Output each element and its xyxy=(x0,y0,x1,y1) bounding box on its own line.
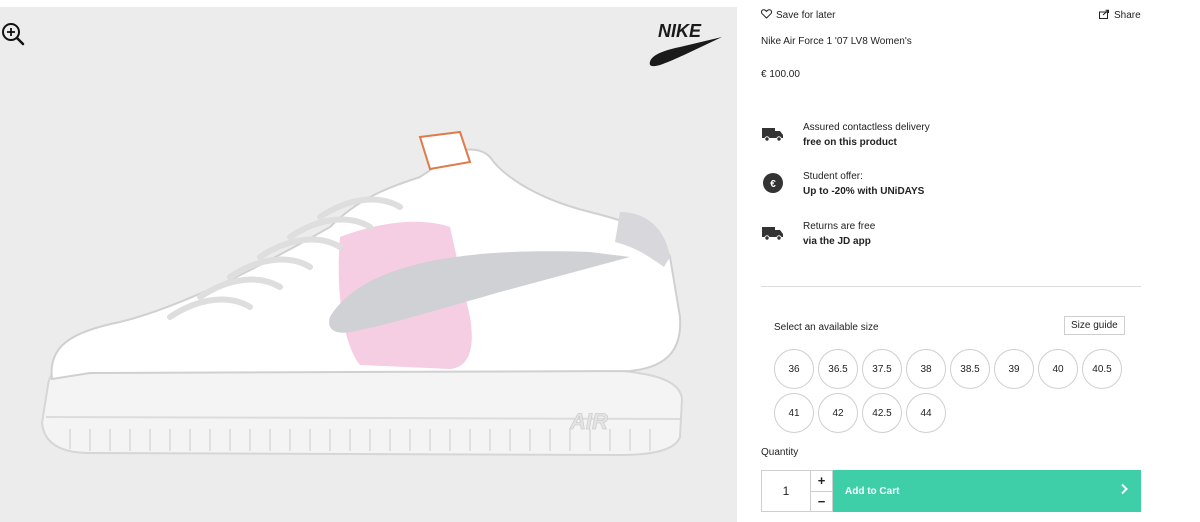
save-for-later-label: Save for later xyxy=(776,9,836,21)
size-options: 36 36.5 37.5 38 38.5 39 40 40.5 41 42 42… xyxy=(774,349,1134,433)
size-option[interactable]: 36 xyxy=(774,349,814,389)
share-button[interactable]: Share xyxy=(1099,6,1141,24)
feature-line2: via the JD app xyxy=(803,236,871,247)
size-option[interactable]: 39 xyxy=(994,349,1034,389)
size-guide-button[interactable]: Size guide xyxy=(1064,316,1125,335)
size-option[interactable]: 38 xyxy=(906,349,946,389)
share-icon xyxy=(1099,6,1110,24)
section-divider xyxy=(761,286,1141,287)
size-option[interactable]: 36.5 xyxy=(818,349,858,389)
save-for-later-button[interactable]: Save for later xyxy=(760,6,836,24)
delivery-truck-icon xyxy=(761,222,785,244)
quantity-decrease-button[interactable]: − xyxy=(811,490,832,512)
feature-line2: free on this product xyxy=(803,137,897,148)
product-image-gallery: NIKE AIR xyxy=(0,7,737,522)
nike-logo: NIKE xyxy=(646,17,726,69)
add-to-cart-label: Add to Cart xyxy=(845,485,900,497)
add-to-cart-button[interactable]: Add to Cart xyxy=(833,470,1141,512)
size-option[interactable]: 41 xyxy=(774,393,814,433)
size-select-label: Select an available size xyxy=(774,322,879,333)
euro-coin-icon: € xyxy=(761,172,785,194)
size-option[interactable]: 40 xyxy=(1038,349,1078,389)
sneaker-image: AIR xyxy=(30,117,700,487)
svg-text:€: € xyxy=(770,179,776,190)
feature-student-offer: € Student offer: Up to -20% with UNiDAYS xyxy=(761,170,924,198)
quantity-increase-button[interactable]: + xyxy=(811,471,832,491)
feature-returns: Returns are free via the JD app xyxy=(761,220,875,248)
feature-line1: Assured contactless delivery xyxy=(803,122,930,133)
quantity-label: Quantity xyxy=(761,447,799,458)
delivery-truck-icon xyxy=(761,123,785,145)
product-price: € 100.00 xyxy=(761,69,800,80)
feature-line2: Up to -20% with UNiDAYS xyxy=(803,186,925,197)
feature-line1: Returns are free xyxy=(803,221,876,232)
svg-text:AIR: AIR xyxy=(569,409,608,434)
svg-text:NIKE: NIKE xyxy=(658,21,702,41)
heart-icon xyxy=(760,6,773,24)
product-title: Nike Air Force 1 '07 LV8 Women's xyxy=(761,36,912,47)
size-option[interactable]: 44 xyxy=(906,393,946,433)
quantity-input[interactable]: 1 xyxy=(761,470,811,512)
size-option[interactable]: 38.5 xyxy=(950,349,990,389)
feature-line1: Student offer: xyxy=(803,171,863,182)
product-details-panel: Save for later Share Nike Air Force 1 '0… xyxy=(737,0,1200,522)
zoom-in-icon[interactable] xyxy=(0,21,26,47)
chevron-right-icon xyxy=(1119,482,1129,500)
size-option[interactable]: 37.5 xyxy=(862,349,902,389)
size-option[interactable]: 42.5 xyxy=(862,393,902,433)
feature-delivery: Assured contactless delivery free on thi… xyxy=(761,121,930,149)
share-label: Share xyxy=(1114,9,1141,21)
quantity-stepper: + − xyxy=(811,470,833,512)
size-option[interactable]: 42 xyxy=(818,393,858,433)
size-option[interactable]: 40.5 xyxy=(1082,349,1122,389)
